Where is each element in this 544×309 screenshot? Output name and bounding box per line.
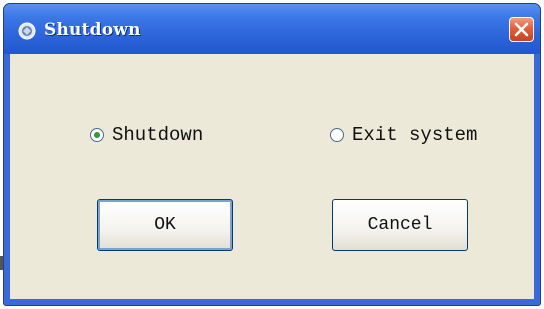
dialog-body: Shutdown Exit system OK Cancel [10,54,534,299]
app-icon [18,22,36,40]
close-button[interactable] [509,17,534,42]
radio-exit-system-label: Exit system [352,124,478,146]
window-title: Shutdown [44,20,141,40]
radio-exit-system[interactable]: Exit system [330,124,477,146]
ok-button[interactable]: OK [97,199,233,251]
radio-shutdown-label: Shutdown [112,124,204,146]
close-icon [514,22,529,37]
radio-shutdown[interactable]: Shutdown [90,124,203,146]
radio-button-checked[interactable] [90,128,104,142]
cancel-button[interactable]: Cancel [332,199,468,251]
title-bar[interactable]: Shutdown [4,4,540,54]
radio-button-unchecked[interactable] [330,128,344,142]
shutdown-dialog: Shutdown Shutdown Exit system OK Cancel [3,3,541,306]
